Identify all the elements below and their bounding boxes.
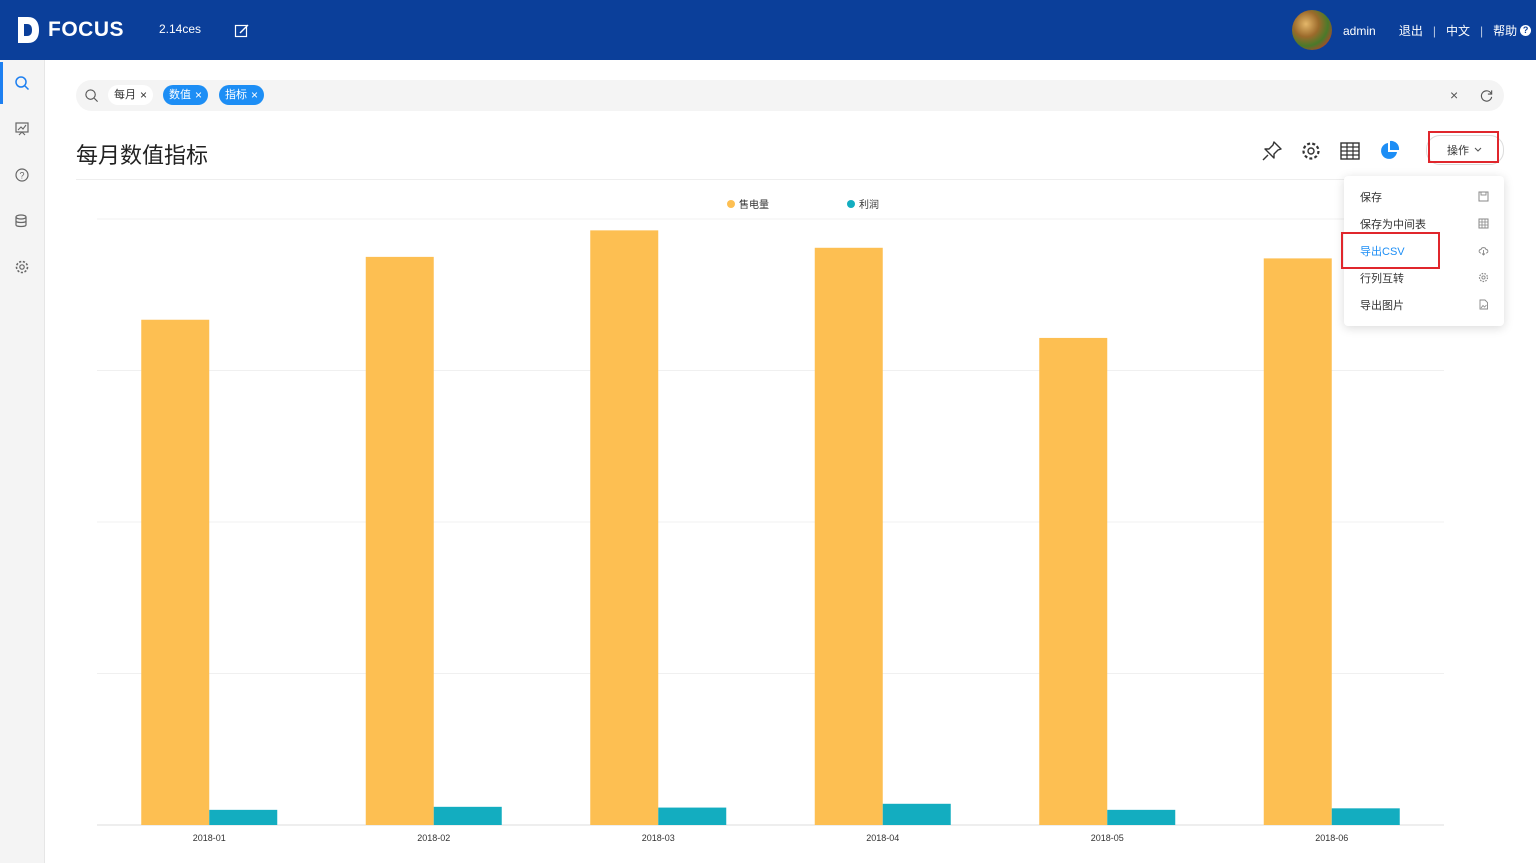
tag-close-icon[interactable]: × bbox=[140, 85, 147, 105]
x-tick-label: 2018-01 bbox=[193, 833, 226, 843]
gear-icon bbox=[15, 260, 29, 274]
search-tag-label: 数值 bbox=[169, 89, 191, 101]
logo-icon bbox=[18, 17, 39, 43]
x-tick-label: 2018-03 bbox=[642, 833, 675, 843]
save-icon bbox=[1478, 191, 1489, 202]
sidebar-item-search[interactable] bbox=[0, 60, 44, 106]
logout-link[interactable]: 退出 bbox=[1399, 22, 1423, 39]
pie-chart-icon[interactable] bbox=[1378, 140, 1400, 162]
separator: | bbox=[1479, 23, 1484, 38]
bar bbox=[590, 230, 659, 826]
x-tick-label: 2018-05 bbox=[1091, 833, 1124, 843]
database-icon bbox=[15, 214, 27, 228]
bar bbox=[1039, 337, 1108, 825]
version-label[interactable]: 2.14ces bbox=[159, 22, 201, 36]
legend-label: 售电量 bbox=[739, 198, 769, 211]
bar bbox=[1263, 258, 1332, 825]
avatar[interactable] bbox=[1292, 10, 1332, 50]
help-icon[interactable]: ? bbox=[1520, 25, 1532, 36]
search-icon bbox=[85, 89, 98, 102]
bar bbox=[882, 803, 951, 825]
bar bbox=[658, 807, 727, 825]
bar bbox=[1331, 808, 1400, 825]
image-icon bbox=[1479, 299, 1488, 310]
question-icon: ? bbox=[15, 168, 29, 182]
gear-icon bbox=[1478, 272, 1489, 283]
table-icon bbox=[1478, 218, 1489, 229]
menu-item-save-as-table[interactable]: 保存为中间表 bbox=[1360, 216, 1426, 232]
search-tag[interactable]: 指标 × bbox=[219, 85, 265, 105]
menu-item-transpose[interactable]: 行列互转 bbox=[1360, 270, 1404, 286]
x-tick-label: 2018-06 bbox=[1315, 833, 1348, 843]
search-bar[interactable]: 每月 × 数值 × 指标 × × bbox=[76, 80, 1504, 111]
search-icon bbox=[15, 76, 30, 91]
edit-icon[interactable] bbox=[234, 23, 250, 39]
bar bbox=[814, 247, 883, 825]
top-header: FOCUS 2.14ces admin | 退出 | 中文 | 帮助 ? bbox=[0, 0, 1536, 60]
bar bbox=[433, 806, 502, 825]
username[interactable]: admin bbox=[1343, 24, 1376, 38]
bar bbox=[209, 809, 278, 825]
bar bbox=[1107, 809, 1176, 825]
search-tag-label: 每月 bbox=[114, 89, 136, 101]
sidebar-item-settings[interactable] bbox=[0, 244, 44, 290]
bar bbox=[365, 256, 434, 825]
page-title: 每月数值指标 bbox=[76, 143, 209, 168]
divider bbox=[76, 179, 1504, 180]
logo-text: FOCUS bbox=[48, 18, 124, 41]
logo[interactable]: FOCUS bbox=[16, 14, 124, 46]
tag-close-icon[interactable]: × bbox=[251, 85, 258, 105]
user-nav: admin | 退出 | 中文 | 帮助 ? bbox=[1343, 22, 1532, 39]
legend-label: 利润 bbox=[859, 198, 879, 211]
settings-icon[interactable] bbox=[1300, 140, 1322, 162]
highlight-box bbox=[1341, 232, 1440, 269]
legend-marker bbox=[727, 200, 735, 208]
sidebar-item-data[interactable] bbox=[0, 198, 44, 244]
sidebar: ? bbox=[0, 60, 45, 863]
search-tag-label: 指标 bbox=[225, 89, 247, 101]
language-link[interactable]: 中文 bbox=[1446, 22, 1470, 39]
bar-chart: 02M4M6M8M2018-012018-022018-032018-04201… bbox=[97, 198, 1444, 843]
help-link[interactable]: 帮助 bbox=[1493, 22, 1517, 39]
cloud-download-icon bbox=[1478, 247, 1489, 256]
sidebar-item-help[interactable]: ? bbox=[0, 152, 44, 198]
table-icon[interactable] bbox=[1339, 140, 1361, 162]
bar bbox=[141, 319, 210, 825]
x-tick-label: 2018-04 bbox=[866, 833, 899, 843]
refresh-icon[interactable] bbox=[1479, 88, 1494, 103]
x-tick-label: 2018-02 bbox=[417, 833, 450, 843]
menu-item-save[interactable]: 保存 bbox=[1360, 189, 1382, 205]
svg-text:?: ? bbox=[19, 171, 24, 181]
menu-item-export-image[interactable]: 导出图片 bbox=[1360, 297, 1404, 313]
highlight-box bbox=[1428, 131, 1499, 163]
sidebar-item-board[interactable] bbox=[0, 106, 44, 152]
tag-close-icon[interactable]: × bbox=[195, 85, 202, 105]
legend-marker bbox=[847, 200, 855, 208]
board-icon bbox=[15, 122, 29, 136]
separator: | bbox=[1432, 23, 1436, 38]
pin-icon[interactable] bbox=[1261, 140, 1283, 162]
clear-search-icon[interactable]: × bbox=[1450, 87, 1458, 103]
search-tag[interactable]: 每月 × bbox=[108, 85, 154, 105]
search-tag[interactable]: 数值 × bbox=[163, 85, 209, 105]
